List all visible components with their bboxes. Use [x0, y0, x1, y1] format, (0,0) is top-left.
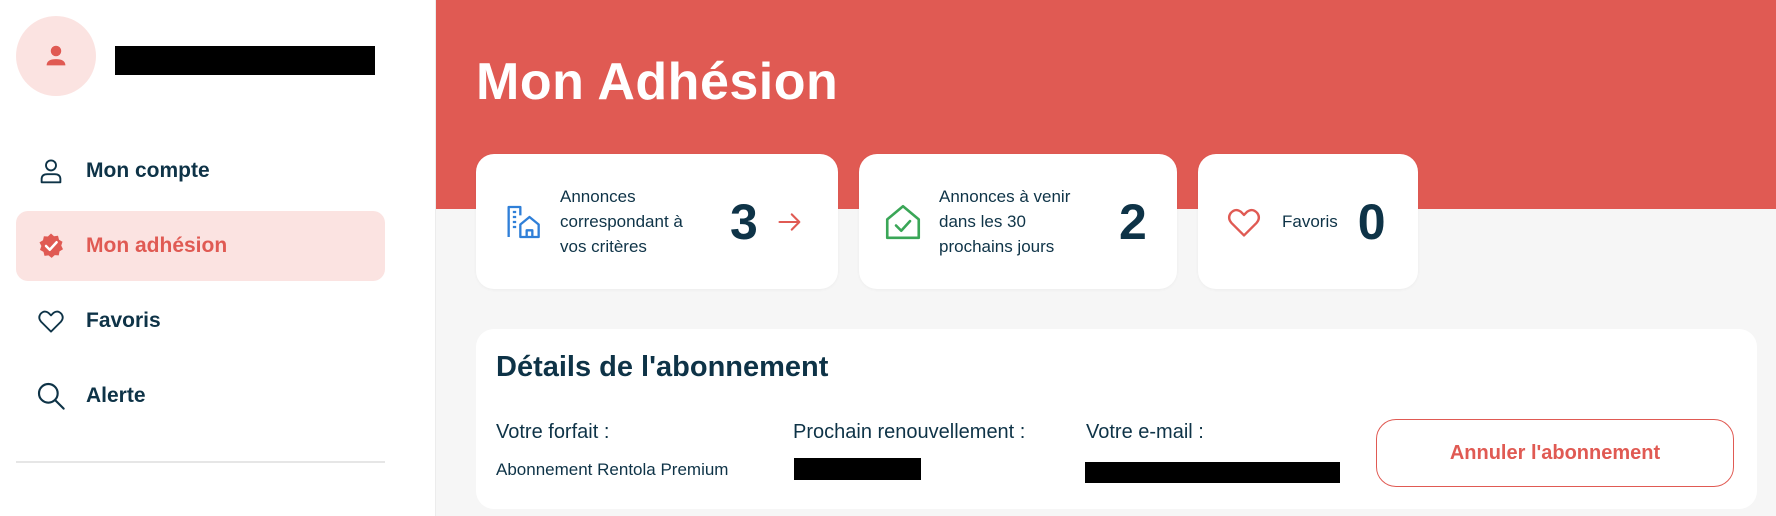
- stat-card-text: Annonces à venir dans les 30 prochains j…: [939, 187, 1071, 256]
- plan-value: Abonnement Rentola Premium: [496, 460, 729, 479]
- subscription-details-card: Détails de l'abonnement Votre forfait : …: [476, 329, 1757, 509]
- stat-card-upcoming-listings[interactable]: Annonces à venir dans les 30 prochains j…: [859, 154, 1177, 289]
- sidebar-item-alerte[interactable]: Alerte: [16, 361, 385, 431]
- stat-card-text: Annonces correspondant à vos critères: [560, 187, 683, 256]
- email-label: Votre e-mail :: [1086, 421, 1204, 443]
- sidebar-item-label: Mon compte: [86, 159, 210, 182]
- user-icon: [46, 45, 66, 66]
- badge-check-icon: [34, 229, 68, 263]
- redacted-email: [1085, 462, 1340, 483]
- avatar[interactable]: [16, 16, 96, 96]
- house-check-icon: [881, 200, 925, 244]
- arrow-right-icon[interactable]: [776, 208, 804, 236]
- renewal-label: Prochain renouvellement :: [793, 421, 1026, 443]
- stat-card-count: 2: [1119, 193, 1147, 250]
- stat-card-favorites[interactable]: Favoris 0: [1198, 154, 1418, 289]
- buildings-icon: [500, 200, 544, 244]
- stat-card-text: Favoris: [1282, 212, 1338, 231]
- sidebar-item-mon-adhesion[interactable]: Mon adhésion: [16, 211, 385, 281]
- sidebar-item-label: Favoris: [86, 309, 161, 332]
- search-icon: [34, 379, 68, 413]
- sidebar-item-favoris[interactable]: Favoris: [16, 286, 385, 356]
- sidebar-item-label: Alerte: [86, 384, 146, 407]
- sidebar-item-label: Mon adhésion: [86, 234, 228, 257]
- redacted-user-name: [115, 46, 375, 75]
- sidebar: Mon compte Mon adhésion Favoris Alerte: [0, 0, 436, 516]
- subscription-details-title: Détails de l'abonnement: [496, 351, 829, 383]
- sidebar-divider: [16, 461, 385, 463]
- plan-label: Votre forfait :: [496, 421, 610, 443]
- page-title: Mon Adhésion: [476, 53, 839, 111]
- redacted-renewal-date: [794, 458, 921, 480]
- heart-outline-icon: [34, 304, 68, 338]
- stat-card-count: 3: [730, 193, 758, 250]
- sidebar-item-mon-compte[interactable]: Mon compte: [16, 136, 385, 206]
- stat-card-count: 0: [1357, 193, 1386, 250]
- user-outline-icon: [34, 154, 68, 188]
- cancel-subscription-button[interactable]: Annuler l'abonnement: [1376, 419, 1734, 487]
- stat-card-matching-listings[interactable]: Annonces correspondant à vos critères 3: [476, 154, 838, 289]
- heart-outline-icon: [1222, 200, 1266, 244]
